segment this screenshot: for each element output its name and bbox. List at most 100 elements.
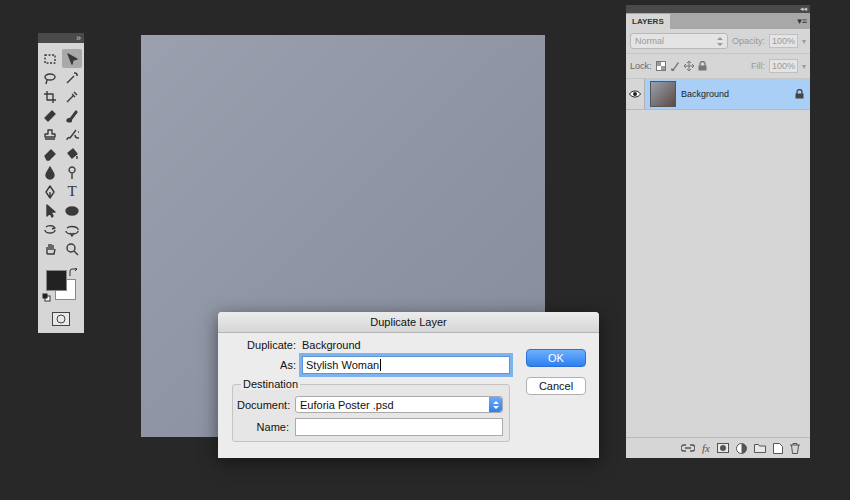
heal-icon (43, 109, 57, 123)
eye-icon (629, 90, 641, 98)
stamp-tool[interactable] (40, 125, 60, 144)
collapse-icon[interactable]: » (76, 33, 84, 43)
wand-icon (65, 71, 79, 85)
layer-style-button[interactable]: fx (702, 442, 710, 454)
bucket-tool[interactable] (62, 144, 82, 163)
lasso-icon (43, 71, 57, 85)
pen-tool[interactable] (40, 182, 60, 201)
select-arrows-icon (489, 397, 502, 412)
lock-icon (795, 89, 804, 99)
blur-icon (43, 166, 57, 180)
duplicate-label: Duplicate: (232, 339, 296, 351)
duplicate-row: Duplicate: Background (232, 339, 510, 351)
duplicate-layer-dialog: Duplicate LayerDuplicate:BackgroundAs:St… (218, 312, 599, 458)
trash-icon[interactable] (790, 443, 800, 454)
rotate3d-icon (43, 223, 57, 237)
select-arrows-icon (717, 37, 723, 46)
tools-panel: »T (38, 33, 84, 333)
document-label: Document: (237, 399, 289, 411)
hand-tool[interactable] (40, 239, 60, 258)
marquee-tool[interactable] (40, 49, 60, 68)
new-layer-icon[interactable] (773, 443, 783, 454)
bucket-icon (65, 147, 79, 161)
layer-mask-icon[interactable] (717, 443, 729, 453)
layers-footer: fx (626, 437, 810, 458)
document-row: Document: Euforia Poster .psd (237, 396, 503, 413)
brush-icon (65, 109, 79, 123)
shape-tool[interactable] (62, 201, 82, 220)
pen-icon (43, 185, 57, 199)
dialog-form: Duplicate:BackgroundAs:Stylish WomanDest… (232, 339, 510, 450)
stamp-icon (43, 128, 57, 142)
layers-panel: ◂◂LAYERS▾≡NormalOpacity:100%▾Lock:Fill:1… (626, 5, 810, 458)
eraser-icon (43, 147, 57, 161)
type-tool[interactable]: T (62, 182, 82, 201)
lock-all-icon[interactable] (698, 61, 707, 71)
lock-row: Lock:Fill:100%▾ (626, 54, 810, 79)
blend-mode-select[interactable]: Normal (630, 33, 728, 49)
layer-row[interactable]: Background (626, 79, 810, 110)
foreground-color-swatch[interactable] (46, 270, 67, 291)
opacity-label: Opacity: (732, 36, 765, 46)
zoom-tool[interactable] (62, 239, 82, 258)
move-icon (65, 52, 79, 66)
hand-icon (43, 242, 57, 256)
quick-mask-button[interactable] (52, 312, 70, 326)
layer-list: Background (626, 79, 810, 437)
orbit3d-tool[interactable] (62, 220, 82, 239)
lock-position-move-icon[interactable] (684, 61, 694, 71)
tool-grid: T (40, 49, 82, 258)
rotate3d-tool[interactable] (40, 220, 60, 239)
fill-field[interactable]: 100% (769, 59, 798, 73)
panel-menu-icon[interactable]: ▾≡ (797, 16, 810, 29)
lock-transparency-icon[interactable] (656, 61, 666, 71)
blend-row: Normal Opacity: 100% ▾ (626, 29, 810, 54)
opacity-arrow-icon[interactable]: ▾ (802, 37, 806, 46)
group-folder-icon[interactable] (754, 443, 766, 453)
zoom-icon (65, 242, 79, 256)
move-tool[interactable] (62, 49, 82, 68)
layers-panel-header[interactable]: ◂◂ (626, 5, 810, 13)
lasso-tool[interactable] (40, 68, 60, 87)
layers-tab-bar: LAYERS ▾≡ (626, 13, 810, 29)
pathselect-icon (43, 204, 57, 218)
wand-tool[interactable] (62, 68, 82, 87)
duplicate-value: Background (302, 339, 510, 351)
history-tool[interactable] (62, 125, 82, 144)
as-input[interactable]: Stylish Woman (302, 356, 510, 374)
layer-thumbnail (650, 81, 676, 107)
swap-colors-icon[interactable] (69, 268, 78, 277)
heal-tool[interactable] (40, 106, 60, 125)
document-select[interactable]: Euforia Poster .psd (295, 396, 503, 413)
cancel-button[interactable]: Cancel (526, 377, 586, 395)
name-input[interactable] (295, 418, 503, 436)
brush-tool[interactable] (62, 106, 82, 125)
type-icon: T (67, 184, 76, 199)
crop-icon (43, 90, 57, 104)
layers-tab[interactable]: LAYERS (626, 14, 670, 29)
lock-pixels-brush-icon[interactable] (670, 61, 680, 71)
default-colors-icon[interactable] (42, 293, 51, 302)
opacity-field[interactable]: 100% (769, 34, 798, 48)
marquee-icon (43, 52, 57, 66)
dodge-tool[interactable] (62, 163, 82, 182)
link-layers-icon[interactable] (681, 443, 695, 453)
blur-tool[interactable] (40, 163, 60, 182)
eraser-tool[interactable] (40, 144, 60, 163)
dodge-icon (65, 166, 79, 180)
dialog-body: Duplicate:BackgroundAs:Stylish WomanDest… (218, 333, 599, 458)
adjustment-layer-icon[interactable] (736, 443, 747, 454)
text-caret (380, 359, 381, 371)
collapse-icon[interactable]: ◂◂ (800, 5, 810, 13)
eyedropper-tool[interactable] (62, 87, 82, 106)
dialog-title-bar[interactable]: Duplicate Layer (218, 312, 599, 333)
tools-panel-header[interactable]: » (38, 33, 84, 43)
destination-group: DestinationDocument:Euforia Poster .psdN… (232, 384, 510, 442)
pathselect-tool[interactable] (40, 201, 60, 220)
orbit3d-icon (65, 223, 79, 237)
destination-legend: Destination (241, 378, 300, 390)
visibility-toggle[interactable] (626, 79, 645, 109)
ok-button[interactable]: OK (526, 349, 586, 367)
fill-arrow-icon[interactable]: ▾ (802, 62, 806, 71)
crop-tool[interactable] (40, 87, 60, 106)
